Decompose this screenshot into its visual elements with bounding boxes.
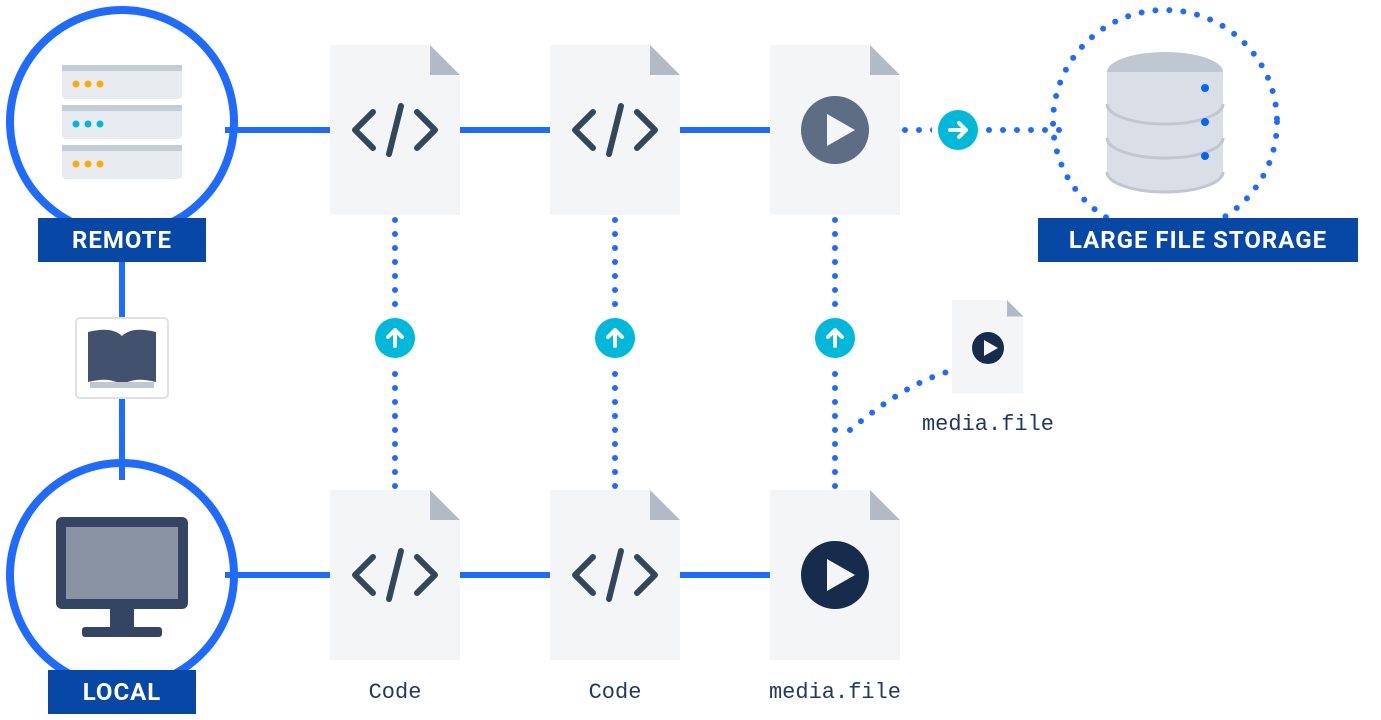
arrow-up-icon-1 <box>369 312 421 364</box>
server-icon <box>62 65 182 179</box>
pointer-file <box>952 300 1024 394</box>
lfs-label: LARGE FILE STORAGE <box>1069 226 1327 254</box>
book-icon <box>76 318 168 398</box>
local-code-file-1 <box>330 490 460 660</box>
remote-media-file <box>770 45 900 215</box>
remote-node: REMOTE <box>10 10 234 262</box>
remote-code-file-2 <box>550 45 680 215</box>
arrow-up-icon-2 <box>589 312 641 364</box>
local-code-file-2 <box>550 490 680 660</box>
remote-label: REMOTE <box>72 226 172 254</box>
remote-code-file-1 <box>330 45 460 215</box>
pointer-file-label: media.file <box>922 412 1054 437</box>
arrow-right-icon <box>932 104 984 156</box>
local-code-1-label: Code <box>369 680 422 705</box>
local-label: LOCAL <box>83 678 162 706</box>
database-icon <box>1107 52 1223 192</box>
local-media-label: media.file <box>769 680 901 705</box>
local-media-file <box>770 490 900 660</box>
local-node: LOCAL <box>10 463 234 714</box>
arrow-up-icon-3 <box>809 312 861 364</box>
lfs-node: LARGE FILE STORAGE <box>1038 10 1358 262</box>
monitor-icon <box>56 517 188 637</box>
local-code-2-label: Code <box>589 680 642 705</box>
